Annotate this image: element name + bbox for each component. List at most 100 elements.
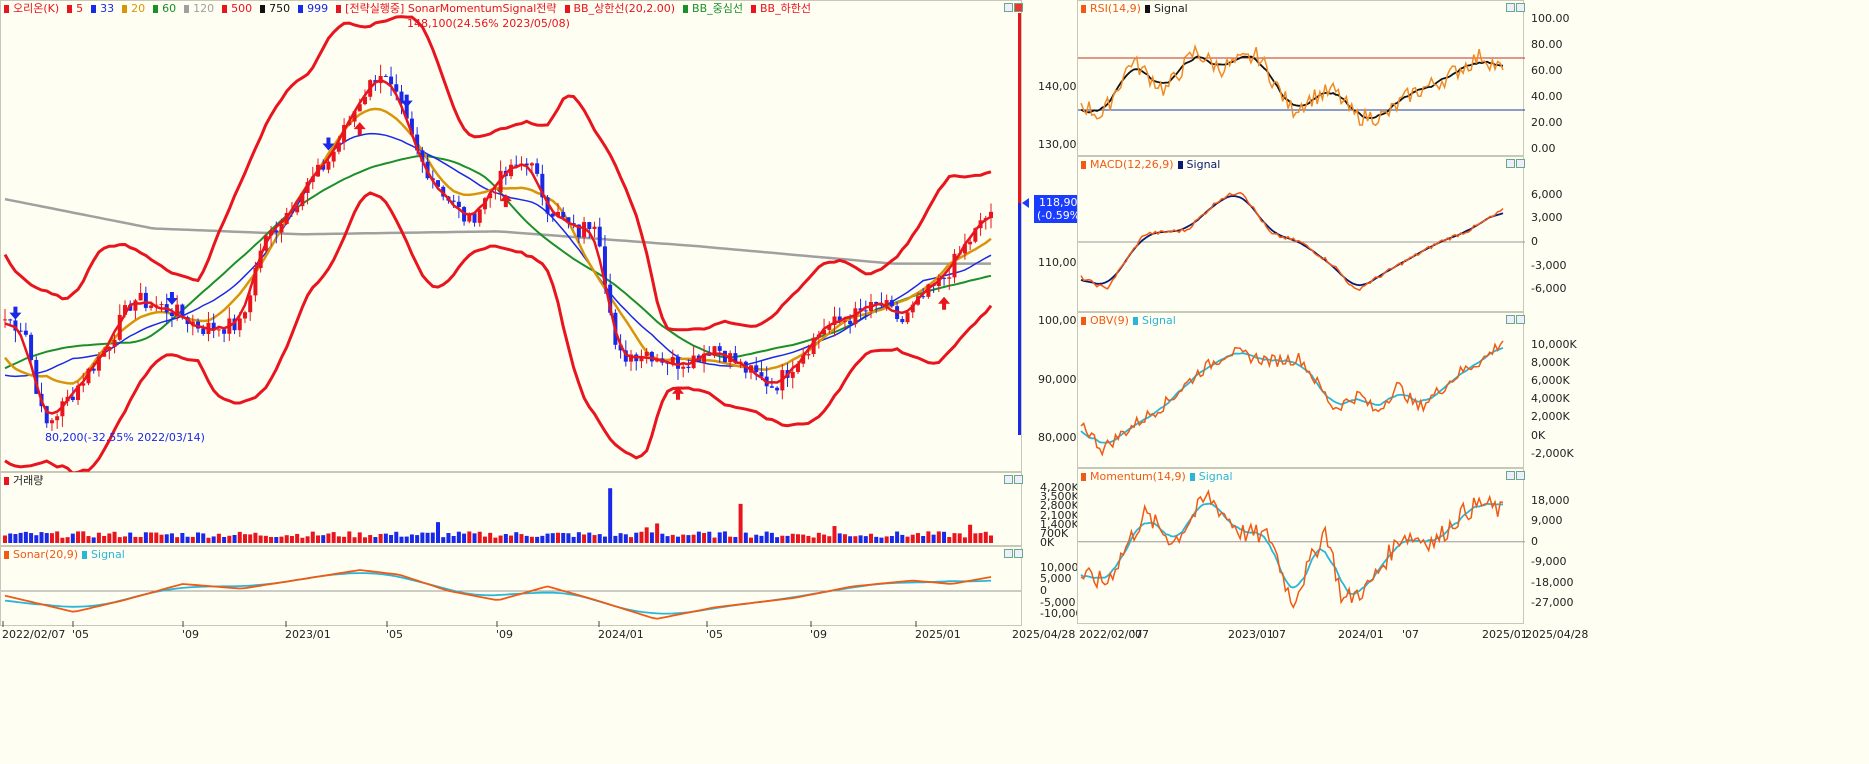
candle-body [900, 319, 905, 323]
indicator-y-tick: 40.00 [1531, 90, 1563, 103]
sonar-chart-panel[interactable]: Sonar(20,9) Signal [0, 546, 1023, 627]
momentum-chart-panel[interactable]: Momentum(14,9) Signal [1077, 468, 1525, 624]
volume-bar [451, 535, 456, 543]
volume-bar [331, 532, 336, 543]
panel-close-button[interactable] [1014, 549, 1023, 558]
candle-body [889, 300, 894, 307]
panel-maximize-button[interactable] [1004, 3, 1013, 12]
volume-bar [717, 532, 722, 543]
x-axis-tick: 2024/01 [1338, 628, 1384, 641]
panel-maximize-button[interactable] [1506, 3, 1515, 12]
volume-bar [576, 532, 581, 543]
legend-item: 60 [153, 2, 180, 15]
volume-bar [842, 534, 847, 543]
volume-bar [295, 533, 300, 543]
volume-bar [143, 532, 148, 543]
volume-bar [983, 531, 988, 543]
volume-bar [592, 535, 597, 543]
legend-swatch [336, 5, 342, 13]
candle-body [242, 312, 247, 319]
candle-body [806, 354, 811, 356]
indicator-y-tick: -9,000 [1531, 555, 1567, 569]
volume-chart-panel[interactable]: 거래량 [0, 472, 1023, 546]
legend-item: 750 [260, 2, 294, 15]
indicator-line [1080, 340, 1504, 457]
x-axis-tick: '07 [1402, 628, 1420, 641]
candle-body [848, 320, 853, 325]
volume-bar [962, 537, 967, 543]
rsi-chart-panel[interactable]: RSI(14,9) Signal [1077, 0, 1525, 156]
volume-bar [503, 534, 508, 543]
volume-bar [874, 536, 879, 543]
sell-signal-icon [165, 292, 178, 306]
legend-item: BB_하한선 [750, 2, 815, 15]
panel-close-button[interactable] [1014, 475, 1023, 484]
panel-close-button[interactable] [1516, 159, 1525, 168]
volume-bar [399, 536, 404, 543]
volume-bar [467, 531, 472, 543]
legend-label: BB_하한선 [759, 2, 811, 15]
price-range-bar [1018, 13, 1021, 203]
panel-close-button[interactable] [1516, 3, 1525, 12]
volume-bar [686, 535, 691, 543]
volume-bar [785, 535, 790, 543]
legend-label: 999 [307, 2, 329, 15]
volume-bar [18, 532, 23, 543]
high-price-annotation: 148,100(24.56% 2023/05/08) [407, 17, 570, 30]
candle-body [535, 163, 540, 174]
obv-legend: OBV(9) Signal [1081, 314, 1180, 328]
volume-bar [942, 531, 947, 543]
volume-bar [816, 532, 821, 543]
volume-bar [931, 534, 936, 543]
panel-close-button[interactable] [1516, 315, 1525, 324]
volume-bar [96, 532, 101, 543]
legend-label: BB_중심선 [692, 2, 743, 15]
volume-bar [49, 533, 54, 543]
panel-maximize-button[interactable] [1506, 315, 1515, 324]
legend-label: 750 [269, 2, 291, 15]
candle-body [248, 295, 253, 313]
legend-item: [전략실행중] SonarMomentumSignal전략 [336, 2, 560, 15]
panel-maximize-button[interactable] [1004, 549, 1013, 558]
volume-bar [404, 536, 409, 543]
volume-bar [206, 537, 211, 543]
macd-chart-panel[interactable]: MACD(12,26,9) Signal [1077, 156, 1525, 312]
volume-bar [347, 531, 352, 543]
volume-bar [665, 536, 670, 543]
volume-bar [117, 537, 122, 543]
indicator-y-tick: 0.00 [1531, 142, 1556, 155]
panel-maximize-button[interactable] [1506, 471, 1515, 480]
legend-item: 20 [122, 2, 149, 15]
volume-bar [76, 531, 81, 543]
panel-maximize-button[interactable] [1004, 475, 1013, 484]
volume-bar [107, 533, 112, 543]
volume-bar [738, 503, 743, 543]
volume-bar [425, 532, 430, 543]
volume-bar [420, 532, 425, 543]
volume-bar [597, 534, 602, 543]
legend-label: 20 [131, 2, 146, 15]
volume-bar [248, 534, 253, 543]
x-axis-tick: 2024/01 [598, 628, 644, 641]
volume-bar [550, 533, 555, 543]
panel-close-button[interactable] [1014, 3, 1023, 12]
volume-bar [232, 534, 237, 543]
volume-bar [498, 535, 503, 543]
macd-chart-canvas [1078, 191, 1525, 292]
panel-close-button[interactable] [1516, 471, 1525, 480]
volume-bar [258, 535, 263, 543]
legend-label: 500 [231, 2, 253, 15]
price-chart-panel[interactable]: 오리온(K) 5 33 20 60 120 500 750 999 [전략실행중] SonarMo… [0, 0, 1023, 473]
ma33-line [4, 132, 992, 378]
volume-bar [196, 532, 201, 543]
volume-bar [373, 537, 378, 543]
volume-bar [655, 523, 660, 543]
volume-bar [613, 535, 618, 543]
volume-bar [269, 536, 274, 543]
legend-label: 오리온(K) [13, 2, 60, 15]
panel-maximize-button[interactable] [1506, 159, 1515, 168]
volume-bar [863, 536, 868, 543]
x-axis-tick: 2025/01 [1482, 628, 1528, 641]
indicator-y-tick: 0 [1531, 534, 1538, 548]
obv-chart-panel[interactable]: OBV(9) Signal [1077, 312, 1525, 468]
